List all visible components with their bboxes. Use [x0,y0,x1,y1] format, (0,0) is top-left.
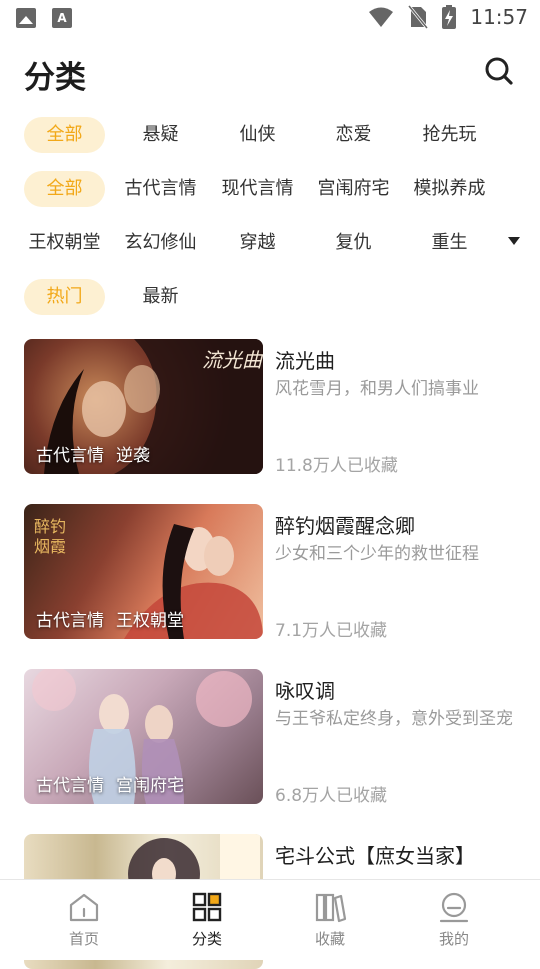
genre-chip-rebirth[interactable]: 重生 [409,225,490,261]
status-bar: A 11:57 [0,0,540,36]
book-cover[interactable]: 醉钓 烟霞 古代言情 王权朝堂 [24,504,263,639]
svg-text:烟霞: 烟霞 [34,537,66,556]
genre-chip-court[interactable]: 王权朝堂 [24,225,105,261]
genre-chip-revenge[interactable]: 复仇 [313,225,394,261]
book-tag: 古代言情 [36,776,104,796]
genre-chip-time-travel[interactable]: 穿越 [217,225,298,261]
nav-favorites[interactable]: 收藏 [280,890,380,956]
genre-chip-all[interactable]: 全部 [24,171,105,207]
book-cover[interactable]: 古代言情 宫闱府宅 [24,669,263,804]
app-notification-icon: A [52,8,72,28]
bottom-navigation: 首页 分类 收藏 我的 [0,879,540,960]
book-tag: 古代言情 [36,611,104,631]
book-favorite-count: 6.8万人已收藏 [275,786,388,806]
cover-tags: 古代言情 宫闱府宅 [36,771,196,796]
book-cover[interactable]: 流光曲 古代言情 逆袭 [24,339,263,474]
book-favorite-count: 7.1万人已收藏 [275,621,388,641]
type-filter-row: 全部 悬疑 仙侠 恋爱 抢先玩 [0,117,540,157]
nav-home[interactable]: 首页 [34,890,134,956]
book-title[interactable]: 醉钓烟霞醒念卿 [275,510,415,539]
cover-tags: 古代言情 逆袭 [36,441,162,466]
book-title[interactable]: 咏叹调 [275,675,335,704]
bookshelf-icon [315,893,347,923]
profile-icon [439,892,469,923]
genre-chip-palace[interactable]: 宫闱府宅 [313,171,394,207]
expand-genres-icon[interactable] [508,237,520,245]
type-chip-romance[interactable]: 恋爱 [313,117,394,153]
status-time: 11:57 [470,5,528,29]
svg-text:流光曲: 流光曲 [202,348,263,372]
image-notification-icon [16,8,36,28]
book-description: 风花雪月，和男人们搞事业 [275,379,479,399]
sort-filter-row: 热门 最新 [0,279,540,319]
book-title[interactable]: 流光曲 [275,345,335,374]
nav-label: 我的 [438,930,469,948]
nav-category[interactable]: 分类 [157,890,257,956]
genre-chip-simulation[interactable]: 模拟养成 [409,171,490,207]
genre-chip-ancient-romance[interactable]: 古代言情 [120,171,201,207]
genre-filter-row: 全部 古代言情 现代言情 宫闱府宅 模拟养成 [0,171,540,211]
sort-chip-newest[interactable]: 最新 [120,279,201,315]
book-description: 与王爷私定终身，意外受到圣宠 [275,709,513,729]
type-chip-xianxia[interactable]: 仙侠 [217,117,298,153]
type-chip-early-access[interactable]: 抢先玩 [409,117,490,153]
type-chip-all[interactable]: 全部 [24,117,105,153]
category-icon [192,892,222,922]
battery-charging-icon [442,5,457,29]
nav-profile[interactable]: 我的 [404,890,504,956]
search-icon[interactable] [484,56,514,86]
page-header: 分类 [0,36,540,106]
book-title[interactable]: 宅斗公式【庶女当家】 [275,840,475,869]
book-card[interactable]: 古代言情 宫闱府宅 咏叹调 与王爷私定终身，意外受到圣宠 6.8万人已收藏 [0,669,540,806]
no-sim-icon [408,5,429,29]
book-tag: 王权朝堂 [116,611,184,631]
book-tag: 逆袭 [116,446,150,466]
book-card[interactable]: 流光曲 古代言情 逆袭 流光曲 风花雪月，和男人们搞事业 11.8万人已收藏 [0,339,540,476]
home-icon [69,893,99,922]
genre-chip-fantasy[interactable]: 玄幻修仙 [120,225,201,261]
nav-label: 分类 [191,930,222,948]
sort-chip-hot[interactable]: 热门 [24,279,105,315]
cover-tags: 古代言情 王权朝堂 [36,606,196,631]
type-chip-mystery[interactable]: 悬疑 [120,117,201,153]
wifi-icon [369,7,394,27]
book-favorite-count: 11.8万人已收藏 [275,456,398,476]
book-tag: 古代言情 [36,446,104,466]
book-card[interactable]: 醉钓 烟霞 古代言情 王权朝堂 醉钓烟霞醒念卿 少女和三个少年的救世征程 7.1万… [0,504,540,641]
nav-label: 收藏 [314,930,345,948]
genre-filter-row-2: 王权朝堂 玄幻修仙 穿越 复仇 重生 [0,225,540,265]
svg-text:醉钓: 醉钓 [34,517,66,536]
genre-chip-modern-romance[interactable]: 现代言情 [217,171,298,207]
book-description: 少女和三个少年的救世征程 [275,544,479,564]
book-tag: 宫闱府宅 [116,776,184,796]
page-title: 分类 [24,60,86,96]
nav-label: 首页 [68,930,99,948]
